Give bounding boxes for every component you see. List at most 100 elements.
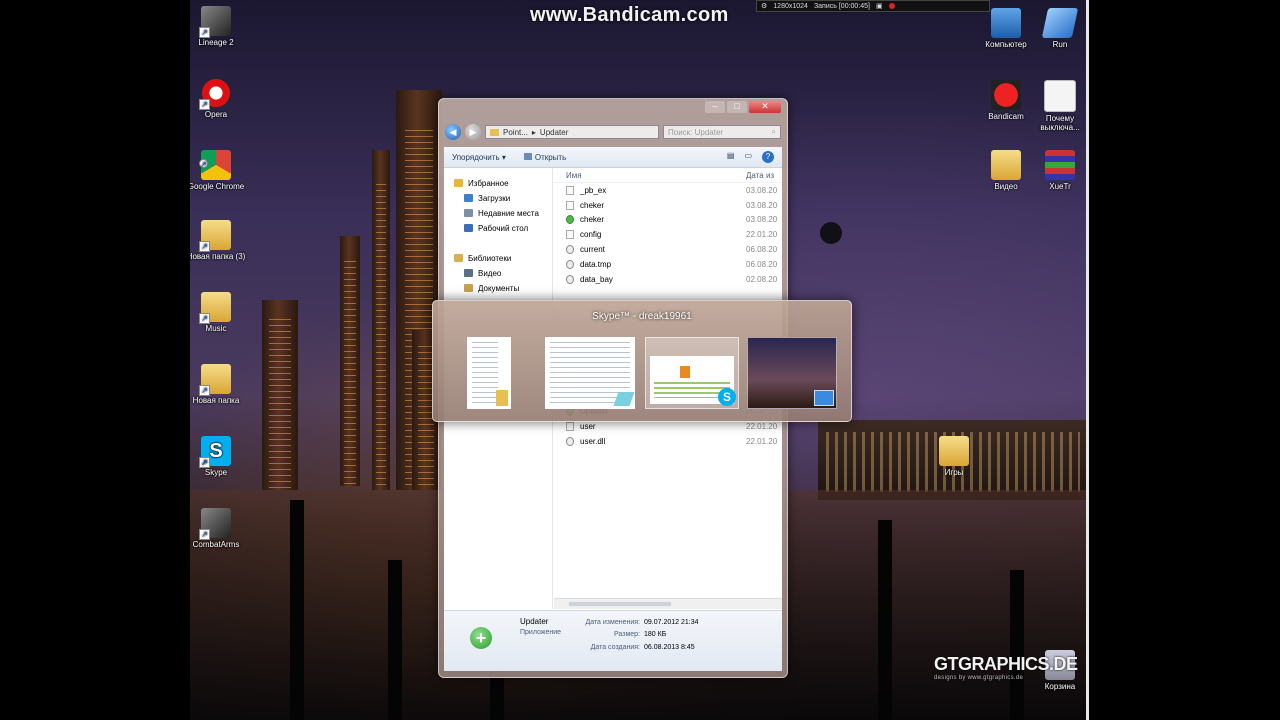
file-row[interactable]: config 22.01.20 [554,227,782,242]
nav-item[interactable]: Недавние места [444,206,552,221]
file-name-cell: cheker [554,215,746,225]
address-bar[interactable]: Point... ▸ Updater [485,125,659,139]
nav-item-label: Документы [478,284,520,293]
open-button[interactable]: Открыть [523,152,566,162]
desktop-icon-left-3[interactable]: Новая папка (3) [190,220,246,261]
camera-icon[interactable]: ▣ [876,2,883,10]
help-icon[interactable]: ? [762,151,774,163]
file-row[interactable]: data_bay 02.08.20 [554,272,782,287]
folder-icon [199,220,231,252]
nav-item-icon [464,194,473,202]
app-icon [523,152,532,160]
record-icon[interactable] [888,3,895,9]
horizontal-scrollbar[interactable] [554,598,782,609]
file-name: user.dll [580,436,606,446]
preview-pane-icon[interactable]: ▭ [744,151,752,163]
chrome-icon [199,150,231,180]
desktop-icon-left-7[interactable]: CombatArms [190,508,246,549]
file-date: 03.08.20 [746,185,778,195]
gear-icon[interactable]: ⚙ [761,2,767,10]
nav-item-icon [454,179,463,187]
desktop-icon-right-3[interactable]: Почему выключа... [1030,80,1088,132]
file-name: data_bay [580,274,613,284]
file-name: data.tmp [580,259,612,269]
back-arrow-icon[interactable]: ◀ [445,124,461,140]
column-date[interactable]: Дата из [746,171,774,180]
file-row[interactable]: cheker 03.08.20 [554,213,782,228]
window-controls: – □ ✕ [705,101,781,113]
file-row[interactable]: user.dll 22.01.20 [554,434,782,449]
desktop-icon-label: CombatArms [192,540,240,549]
desktop-icon-right-2[interactable]: Bandicam [976,80,1036,121]
nav-item-label: Библиотеки [468,254,512,263]
desktop-icon-left-0[interactable]: Lineage 2 [190,6,246,47]
run-icon [1041,8,1079,38]
settings-file-icon [566,436,574,446]
desktop-icon-label: Почему выключа... [1040,114,1080,132]
nav-item[interactable]: Загрузки [444,191,552,206]
desktop-icon-left-1[interactable]: Opera [190,78,246,119]
search-input[interactable]: Поиск: Updater ⌕ [663,125,781,139]
wallpaper-fence [290,500,304,720]
forward-arrow-icon[interactable]: ▶ [465,124,481,140]
nav-item-icon [464,209,473,217]
scrollbar-thumb[interactable] [568,601,672,607]
window-thumbnail[interactable] [545,337,635,409]
details-pane: + Updater Приложение Дата изменения: 09.… [444,610,782,671]
frame-border [1086,0,1089,720]
desktop-icon-left-2[interactable]: Google Chrome [190,150,246,191]
desktop-icon-right-0[interactable]: Компьютер [976,8,1036,49]
desktop-icon-right-5[interactable]: XueTr [1030,150,1088,191]
column-name[interactable]: Имя [554,171,746,180]
breadcrumb-point[interactable]: Point... [503,128,528,137]
window-thumbnail[interactable] [467,337,511,409]
column-header: Имя Дата из [554,168,782,183]
desktop-icon-right-1[interactable]: Run [1030,8,1088,49]
view-options-icon[interactable]: ▤ [727,151,735,163]
desktop-icon-label: Lineage 2 [198,38,234,47]
organize-button[interactable]: Упорядочить ▾ [452,153,506,162]
close-button[interactable]: ✕ [749,101,781,113]
nav-item-label: Рабочий стол [478,224,529,233]
nav-item-label: Недавние места [478,209,539,218]
nav-item[interactable]: Рабочий стол [444,221,552,236]
maximize-button[interactable]: □ [727,101,747,113]
wallpaper-tower [372,150,390,490]
nav-item[interactable]: Документы [444,281,552,296]
nav-item-label: Загрузки [478,194,511,203]
wallpaper-moon [820,222,842,244]
breadcrumb-separator-icon: ▸ [531,127,536,137]
breadcrumb-updater[interactable]: Updater [540,128,568,137]
nav-item[interactable]: Избранное [444,176,552,191]
desktop-icon-label: Skype [204,468,228,477]
file-row[interactable]: cheker 03.08.20 [554,198,782,213]
details-size: Размер: 180 КБ [613,631,667,638]
desktop-icon-right-6[interactable]: Игры [924,436,984,477]
file-icon [566,422,574,432]
desktop-icon-label: Игры [944,468,964,477]
file-name-cell: data.tmp [554,259,746,269]
file-row[interactable]: _pb_ex 03.08.20 [554,183,782,198]
desktop-icon-right-4[interactable]: Видео [976,150,1036,191]
file-name-cell: current [554,245,746,255]
nav-item[interactable]: Видео [444,266,552,281]
nav-item[interactable]: Библиотеки [444,251,552,266]
desktop-icon-left-4[interactable]: Music [190,292,246,333]
file-name: _pb_ex [580,185,607,195]
file-row[interactable]: current 06.08.20 [554,242,782,257]
file-date: 06.08.20 [746,245,778,255]
window-thumbnail-desktop[interactable] [747,337,837,409]
minimize-button[interactable]: – [705,101,725,113]
window-thumbnail-skype[interactable]: S [645,337,739,409]
file-name: cheker [580,215,605,225]
file-name-cell: config [554,230,746,240]
nav-item-label: Избранное [468,179,509,188]
doc-icon [1044,80,1076,112]
desktop-icon-left-6[interactable]: SSkype [190,436,246,477]
wallpaper-fence [388,560,402,720]
desktop[interactable]: www.Bandicam.com ⚙ 1280x1024 Запись [00:… [190,0,1088,720]
desktop-icon-label: Google Chrome [190,182,245,191]
desktop-icon-label: Новая папка (3) [190,252,246,261]
file-row[interactable]: data.tmp 06.08.20 [554,257,782,272]
desktop-icon-left-5[interactable]: Новая папка [190,364,246,405]
